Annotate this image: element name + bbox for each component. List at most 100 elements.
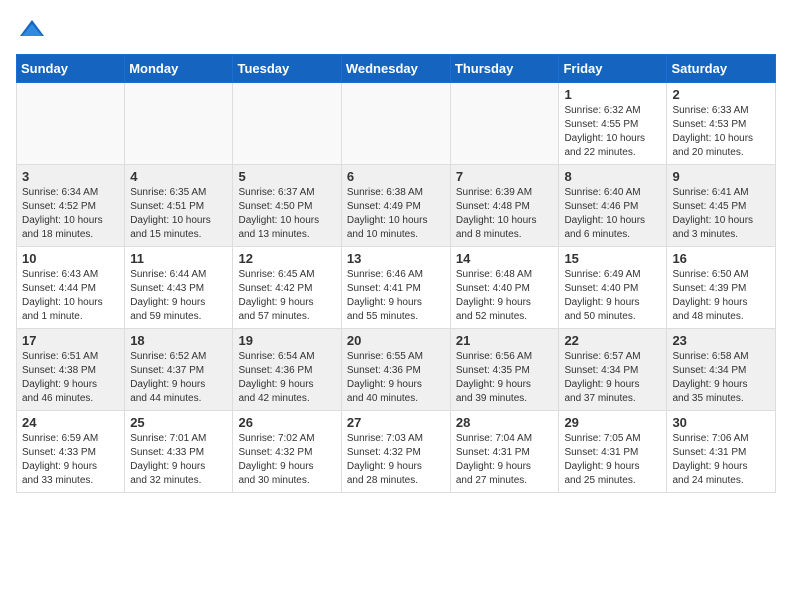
calendar-week-row: 17 Sunrise: 6:51 AM Sunset: 4:38 PM Dayli… xyxy=(17,329,776,411)
day-number: 23 xyxy=(672,333,770,348)
calendar-cell: 6 Sunrise: 6:38 AM Sunset: 4:49 PM Daylig… xyxy=(341,165,450,247)
day-info: Sunrise: 6:35 AM Sunset: 4:51 PM Dayligh… xyxy=(130,186,227,242)
calendar-cell: 29Sunrise: 7:05 AM Sunset: 4:31 PM Dayli… xyxy=(559,411,667,493)
weekday-header-monday: Monday xyxy=(125,55,233,83)
weekday-header-tuesday: Tuesday xyxy=(233,55,341,83)
calendar-cell: 13 Sunrise: 6:46 AM Sunset: 4:41 PM Dayli… xyxy=(341,247,450,329)
day-info: Sunrise: 7:01 AM Sunset: 4:33 PM Dayligh… xyxy=(130,432,227,488)
calendar-cell xyxy=(125,83,233,165)
calendar-cell: 25 Sunrise: 7:01 AM Sunset: 4:33 PM Dayli… xyxy=(125,411,233,493)
calendar-cell: 27 Sunrise: 7:03 AM Sunset: 4:32 PM Dayli… xyxy=(341,411,450,493)
day-info: Sunrise: 6:55 AM Sunset: 4:36 PM Dayligh… xyxy=(347,350,445,406)
calendar-cell: 16 Sunrise: 6:50 AM Sunset: 4:39 PM Dayli… xyxy=(667,247,776,329)
day-info: Sunrise: 6:33 AM Sunset: 4:53 PM Dayligh… xyxy=(672,104,770,160)
calendar-cell: 1 Sunrise: 6:32 AM Sunset: 4:55 PM Daylig… xyxy=(559,83,667,165)
weekday-header-friday: Friday xyxy=(559,55,667,83)
calendar-cell: 22 Sunrise: 6:57 AM Sunset: 4:34 PM Dayli… xyxy=(559,329,667,411)
day-info: Sunrise: 6:44 AM Sunset: 4:43 PM Dayligh… xyxy=(130,268,227,324)
day-info: Sunrise: 6:54 AM Sunset: 4:36 PM Dayligh… xyxy=(238,350,335,406)
calendar-cell: 30 Sunrise: 7:06 AM Sunset: 4:31 PM Dayli… xyxy=(667,411,776,493)
day-info: Sunrise: 6:59 AM Sunset: 4:33 PM Dayligh… xyxy=(22,432,119,488)
day-info: Sunrise: 7:04 AM Sunset: 4:31 PM Dayligh… xyxy=(456,432,554,488)
calendar-cell xyxy=(341,83,450,165)
day-number: 27 xyxy=(347,415,445,430)
calendar-cell: 26 Sunrise: 7:02 AM Sunset: 4:32 PM Dayli… xyxy=(233,411,341,493)
day-number: 15 xyxy=(564,251,661,266)
day-number: 25 xyxy=(130,415,227,430)
calendar-cell: 8Sunrise: 6:40 AM Sunset: 4:46 PM Daylig… xyxy=(559,165,667,247)
day-number: 26 xyxy=(238,415,335,430)
day-number: 7 xyxy=(456,169,554,184)
calendar-week-row: 24 Sunrise: 6:59 AM Sunset: 4:33 PM Dayli… xyxy=(17,411,776,493)
day-info: Sunrise: 6:50 AM Sunset: 4:39 PM Dayligh… xyxy=(672,268,770,324)
calendar-cell xyxy=(233,83,341,165)
day-info: Sunrise: 6:43 AM Sunset: 4:44 PM Dayligh… xyxy=(22,268,119,324)
day-info: Sunrise: 6:52 AM Sunset: 4:37 PM Dayligh… xyxy=(130,350,227,406)
day-info: Sunrise: 6:38 AM Sunset: 4:49 PM Dayligh… xyxy=(347,186,445,242)
day-number: 21 xyxy=(456,333,554,348)
weekday-header-sunday: Sunday xyxy=(17,55,125,83)
calendar-cell: 20 Sunrise: 6:55 AM Sunset: 4:36 PM Dayli… xyxy=(341,329,450,411)
day-info: Sunrise: 6:46 AM Sunset: 4:41 PM Dayligh… xyxy=(347,268,445,324)
day-number: 18 xyxy=(130,333,227,348)
logo xyxy=(16,16,46,42)
day-number: 4 xyxy=(130,169,227,184)
day-number: 10 xyxy=(22,251,119,266)
calendar-cell: 28Sunrise: 7:04 AM Sunset: 4:31 PM Dayli… xyxy=(450,411,559,493)
day-info: Sunrise: 7:06 AM Sunset: 4:31 PM Dayligh… xyxy=(672,432,770,488)
day-info: Sunrise: 6:48 AM Sunset: 4:40 PM Dayligh… xyxy=(456,268,554,324)
day-number: 20 xyxy=(347,333,445,348)
day-number: 19 xyxy=(238,333,335,348)
day-info: Sunrise: 6:41 AM Sunset: 4:45 PM Dayligh… xyxy=(672,186,770,242)
calendar-cell: 23 Sunrise: 6:58 AM Sunset: 4:34 PM Dayli… xyxy=(667,329,776,411)
calendar-cell: 7Sunrise: 6:39 AM Sunset: 4:48 PM Daylig… xyxy=(450,165,559,247)
calendar-cell xyxy=(17,83,125,165)
day-number: 16 xyxy=(672,251,770,266)
day-number: 22 xyxy=(564,333,661,348)
calendar-week-row: 3 Sunrise: 6:34 AM Sunset: 4:52 PM Daylig… xyxy=(17,165,776,247)
page-container: SundayMondayTuesdayWednesdayThursdayFrid… xyxy=(0,0,792,503)
day-number: 1 xyxy=(564,87,661,102)
day-number: 12 xyxy=(238,251,335,266)
weekday-header-thursday: Thursday xyxy=(450,55,559,83)
calendar-cell: 15Sunrise: 6:49 AM Sunset: 4:40 PM Dayli… xyxy=(559,247,667,329)
day-info: Sunrise: 6:51 AM Sunset: 4:38 PM Dayligh… xyxy=(22,350,119,406)
day-info: Sunrise: 6:40 AM Sunset: 4:46 PM Dayligh… xyxy=(564,186,661,242)
day-info: Sunrise: 6:34 AM Sunset: 4:52 PM Dayligh… xyxy=(22,186,119,242)
calendar-cell: 24 Sunrise: 6:59 AM Sunset: 4:33 PM Dayli… xyxy=(17,411,125,493)
weekday-header-row: SundayMondayTuesdayWednesdayThursdayFrid… xyxy=(17,55,776,83)
calendar-cell: 11 Sunrise: 6:44 AM Sunset: 4:43 PM Dayli… xyxy=(125,247,233,329)
calendar-cell: 3 Sunrise: 6:34 AM Sunset: 4:52 PM Daylig… xyxy=(17,165,125,247)
day-number: 29 xyxy=(564,415,661,430)
calendar-cell: 4 Sunrise: 6:35 AM Sunset: 4:51 PM Daylig… xyxy=(125,165,233,247)
calendar-cell: 10 Sunrise: 6:43 AM Sunset: 4:44 PM Dayli… xyxy=(17,247,125,329)
day-number: 24 xyxy=(22,415,119,430)
calendar-cell xyxy=(450,83,559,165)
calendar-cell: 5Sunrise: 6:37 AM Sunset: 4:50 PM Daylig… xyxy=(233,165,341,247)
day-number: 30 xyxy=(672,415,770,430)
calendar-cell: 2Sunrise: 6:33 AM Sunset: 4:53 PM Daylig… xyxy=(667,83,776,165)
calendar-cell: 9 Sunrise: 6:41 AM Sunset: 4:45 PM Daylig… xyxy=(667,165,776,247)
calendar-cell: 14 Sunrise: 6:48 AM Sunset: 4:40 PM Dayli… xyxy=(450,247,559,329)
day-info: Sunrise: 6:57 AM Sunset: 4:34 PM Dayligh… xyxy=(564,350,661,406)
weekday-header-wednesday: Wednesday xyxy=(341,55,450,83)
day-info: Sunrise: 7:02 AM Sunset: 4:32 PM Dayligh… xyxy=(238,432,335,488)
day-info: Sunrise: 6:45 AM Sunset: 4:42 PM Dayligh… xyxy=(238,268,335,324)
calendar-cell: 17 Sunrise: 6:51 AM Sunset: 4:38 PM Dayli… xyxy=(17,329,125,411)
day-number: 9 xyxy=(672,169,770,184)
day-number: 17 xyxy=(22,333,119,348)
day-info: Sunrise: 6:58 AM Sunset: 4:34 PM Dayligh… xyxy=(672,350,770,406)
page-header xyxy=(16,16,776,42)
day-info: Sunrise: 7:03 AM Sunset: 4:32 PM Dayligh… xyxy=(347,432,445,488)
calendar-cell: 21Sunrise: 6:56 AM Sunset: 4:35 PM Dayli… xyxy=(450,329,559,411)
weekday-header-saturday: Saturday xyxy=(667,55,776,83)
logo-icon xyxy=(18,16,46,44)
day-info: Sunrise: 6:32 AM Sunset: 4:55 PM Dayligh… xyxy=(564,104,661,160)
day-number: 13 xyxy=(347,251,445,266)
calendar-cell: 18 Sunrise: 6:52 AM Sunset: 4:37 PM Dayli… xyxy=(125,329,233,411)
calendar-week-row: 1 Sunrise: 6:32 AM Sunset: 4:55 PM Daylig… xyxy=(17,83,776,165)
day-number: 6 xyxy=(347,169,445,184)
day-number: 14 xyxy=(456,251,554,266)
day-number: 3 xyxy=(22,169,119,184)
day-number: 11 xyxy=(130,251,227,266)
